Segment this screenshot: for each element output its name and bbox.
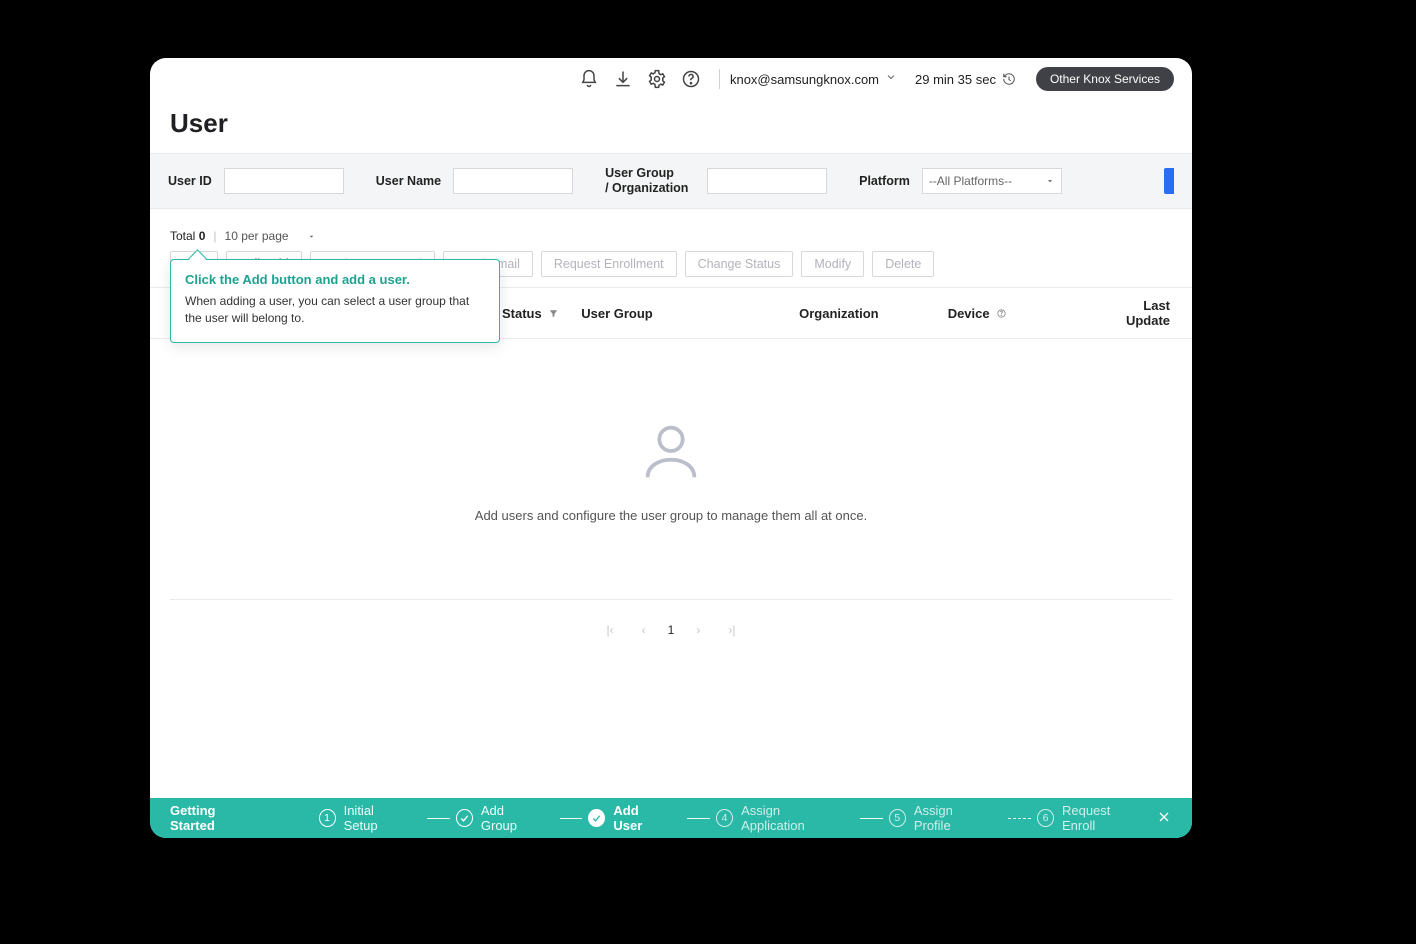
col-status[interactable]: Status [502, 306, 581, 321]
list-meta: Total 0 | 10 per page [150, 209, 1192, 251]
col-device[interactable]: Device [948, 306, 1126, 321]
delete-button[interactable]: Delete [872, 251, 934, 277]
download-icon[interactable] [613, 69, 633, 89]
filter-bar: User ID User Name User Group / Organizat… [150, 153, 1192, 209]
step-assign-application[interactable]: 4Assign Application [716, 803, 840, 833]
callout-title: Click the Add button and add a user. [185, 272, 485, 287]
account-chevron-icon[interactable] [885, 70, 897, 88]
change-status-button[interactable]: Change Status [685, 251, 794, 277]
page-next[interactable]: › [690, 622, 706, 638]
page-first[interactable]: |‹ [601, 622, 620, 638]
history-icon [1002, 72, 1016, 86]
page-current: 1 [668, 623, 675, 637]
app-window: knox@samsungknox.com 29 min 35 sec Other… [150, 58, 1192, 838]
filter-label-platform: Platform [859, 174, 910, 189]
filter-label-group: User Group / Organization [605, 166, 695, 196]
page-title: User [150, 100, 1192, 153]
gear-icon[interactable] [647, 69, 667, 89]
onboarding-stepper: Getting Started 1Initial Setup Add Group… [150, 798, 1192, 838]
user-placeholder-icon [636, 416, 706, 486]
filter-label-username: User Name [376, 174, 441, 189]
step-add-group[interactable]: Add Group [456, 803, 540, 833]
session-timer: 29 min 35 sec [915, 72, 1016, 87]
callout-body: When adding a user, you can select a use… [185, 293, 485, 328]
filter-select-platform-value: --All Platforms-- [929, 174, 1012, 188]
modify-button[interactable]: Modify [801, 251, 864, 277]
empty-state: Add users and configure the user group t… [150, 339, 1192, 599]
stepper-title: Getting Started [170, 803, 259, 833]
chevron-down-icon [1045, 176, 1055, 186]
col-user-group[interactable]: User Group [581, 306, 799, 321]
step-add-user[interactable]: Add User [588, 803, 667, 833]
step-request-enroll[interactable]: 6Request Enroll [1037, 803, 1142, 833]
filter-input-group[interactable] [707, 168, 827, 194]
chevron-down-icon [307, 232, 316, 241]
filter-input-userid[interactable] [224, 168, 344, 194]
pagination: |‹ ‹ 1 › ›| [150, 600, 1192, 698]
request-enrollment-button[interactable]: Request Enrollment [541, 251, 677, 277]
help-icon[interactable] [681, 69, 701, 89]
page-prev[interactable]: ‹ [636, 622, 652, 638]
filter-label-userid: User ID [168, 174, 212, 189]
step-assign-profile[interactable]: 5Assign Profile [889, 803, 989, 833]
help-icon [996, 308, 1007, 319]
filter-icon [548, 308, 559, 319]
col-last-update[interactable]: Last Update [1126, 298, 1170, 328]
total-label: Total [170, 229, 195, 243]
stepper-close-icon[interactable] [1156, 809, 1172, 828]
topbar: knox@samsungknox.com 29 min 35 sec Other… [150, 58, 1192, 100]
step-initial-setup[interactable]: 1Initial Setup [319, 803, 408, 833]
page-last[interactable]: ›| [722, 622, 741, 638]
total-count: 0 [199, 229, 206, 243]
perpage-select[interactable]: 10 per page [225, 229, 316, 243]
filter-select-platform[interactable]: --All Platforms-- [922, 168, 1062, 194]
empty-message: Add users and configure the user group t… [475, 508, 867, 523]
account-email[interactable]: knox@samsungknox.com [730, 72, 879, 87]
search-button[interactable] [1164, 168, 1174, 194]
other-services-pill[interactable]: Other Knox Services [1036, 67, 1174, 91]
bell-icon[interactable] [579, 69, 599, 89]
onboarding-callout: Click the Add button and add a user. Whe… [170, 259, 500, 343]
divider [719, 69, 720, 89]
filter-input-username[interactable] [453, 168, 573, 194]
col-organization[interactable]: Organization [799, 306, 948, 321]
